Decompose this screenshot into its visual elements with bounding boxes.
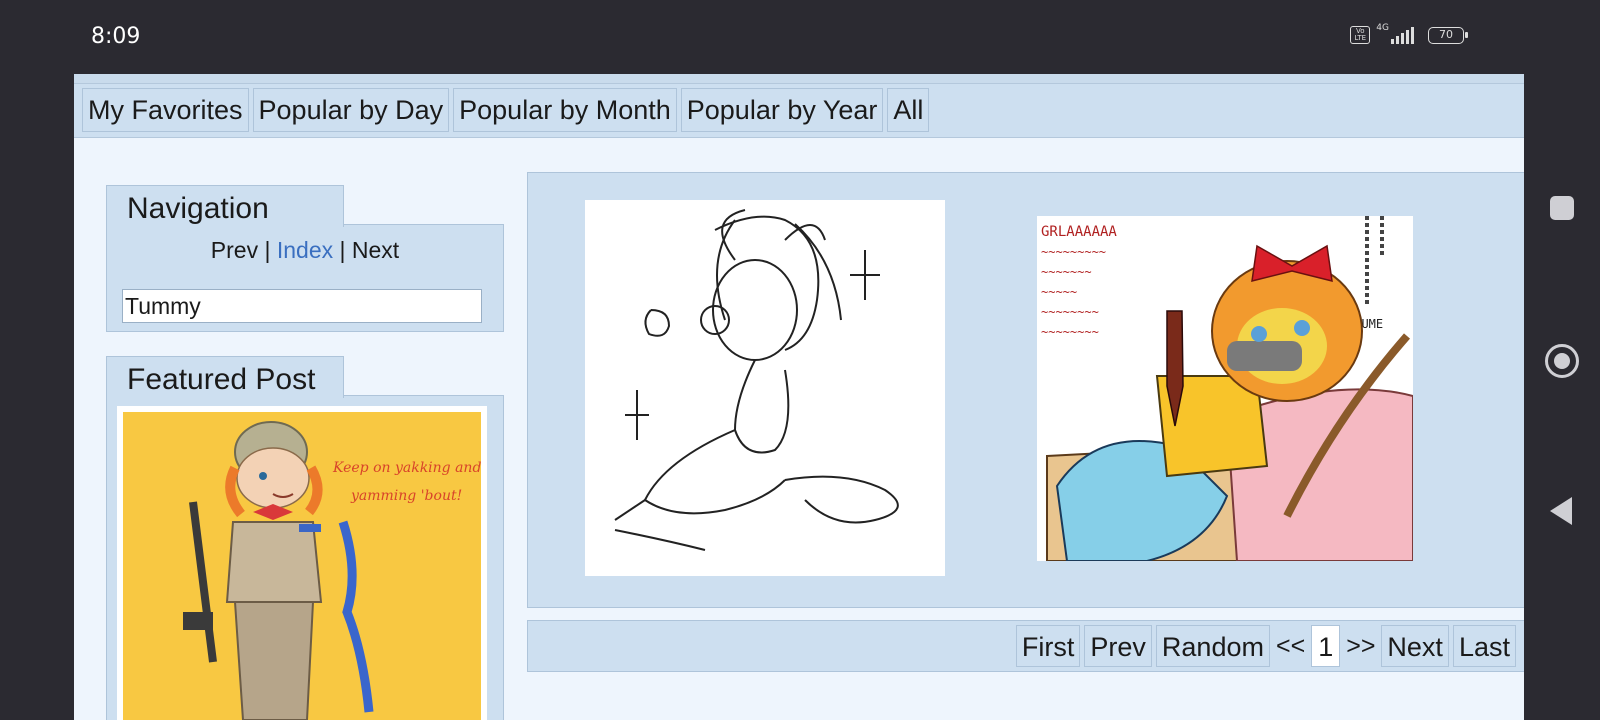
tab-popular-by-day[interactable]: Popular by Day [252,88,450,132]
featured-post-panel: Keep on yakking and yamming 'bout! [106,395,504,720]
battery-level: 70 [1439,27,1453,41]
soldier-girl-illustration-icon: Keep on yakking and yamming 'bout! [123,412,481,720]
featured-caption-1: Keep on yakking and [332,460,481,476]
tab-my-favorites[interactable]: My Favorites [82,88,249,132]
status-bar: 8:09 Vo LTE 4G 70 [0,0,1600,74]
pagination-bar: First Prev Random << 1 >> Next Last [527,620,1524,672]
navigation-panel: Prev | Index | Next [106,224,504,332]
random-page-button[interactable]: Random [1155,625,1270,667]
tag-search-input[interactable] [122,289,482,323]
top-strip [74,74,1524,84]
gallery-thumb-2[interactable]: GRLAAAAAA ~~~~~~~~~ ~~~~~~~ ~~~~~ ~~~~~~… [1037,216,1413,561]
back-icon[interactable] [1550,497,1572,525]
featured-illustration: Keep on yakking and yamming 'bout! [123,412,481,720]
forward-arrows: >> [1346,632,1376,660]
first-page-button[interactable]: First [1015,625,1081,667]
pagination-controls: First Prev Random << 1 >> Next Last [1015,625,1516,667]
status-icons: Vo LTE 4G 70 [1350,23,1468,44]
next-page-button[interactable]: Next [1381,625,1449,667]
featured-post-image[interactable]: Keep on yakking and yamming 'bout! [117,406,487,720]
sketch-girl-image-icon [585,200,945,576]
nav-index-link[interactable]: Index [277,237,333,263]
nav-separator: | [264,237,271,263]
nav-separator: | [339,237,346,263]
thumb-scrawl-1: GRLAAAAAA [1041,224,1117,240]
nav-prev-link[interactable]: Prev [211,237,258,263]
navigation-links: Prev | Index | Next [107,237,503,264]
gallery-panel: GRLAAAAAA ~~~~~~~~~ ~~~~~~~ ~~~~~ ~~~~~~… [527,172,1524,608]
svg-text:~~~~~~~~: ~~~~~~~~ [1041,325,1099,339]
featured-caption-2: yamming 'bout! [350,488,462,504]
status-time: 8:09 [91,24,141,49]
network-type: 4G [1376,23,1389,33]
last-page-button[interactable]: Last [1452,625,1516,667]
colored-drawing-image-icon: GRLAAAAAA ~~~~~~~~~ ~~~~~~~ ~~~~~ ~~~~~~… [1037,216,1413,561]
navigation-heading: Navigation [106,185,344,227]
gallery-thumb-1[interactable] [585,200,945,576]
tab-popular-by-month[interactable]: Popular by Month [453,88,677,132]
prev-page-button[interactable]: Prev [1084,625,1152,667]
web-page: My Favorites Popular by Day Popular by M… [74,74,1524,720]
recent-apps-icon[interactable] [1550,196,1574,220]
nav-next-link[interactable]: Next [352,237,399,263]
signal-icon [1391,26,1414,44]
tab-bar: My Favorites Popular by Day Popular by M… [74,84,1524,138]
tab-popular-by-year[interactable]: Popular by Year [680,88,884,132]
current-page-number: 1 [1311,625,1341,667]
svg-text:~~~~~: ~~~~~ [1041,285,1077,299]
svg-text:~~~~~~~~: ~~~~~~~~ [1041,305,1099,319]
volte-icon: Vo LTE [1350,26,1371,44]
svg-text:~~~~~~~~~: ~~~~~~~~~ [1041,245,1106,259]
svg-text:~~~~~~~: ~~~~~~~ [1041,265,1092,279]
battery-icon: 70 [1428,26,1468,44]
tab-all[interactable]: All [887,88,930,132]
back-arrows: << [1275,632,1306,660]
home-icon[interactable] [1545,344,1579,378]
featured-post-heading: Featured Post [106,356,344,398]
